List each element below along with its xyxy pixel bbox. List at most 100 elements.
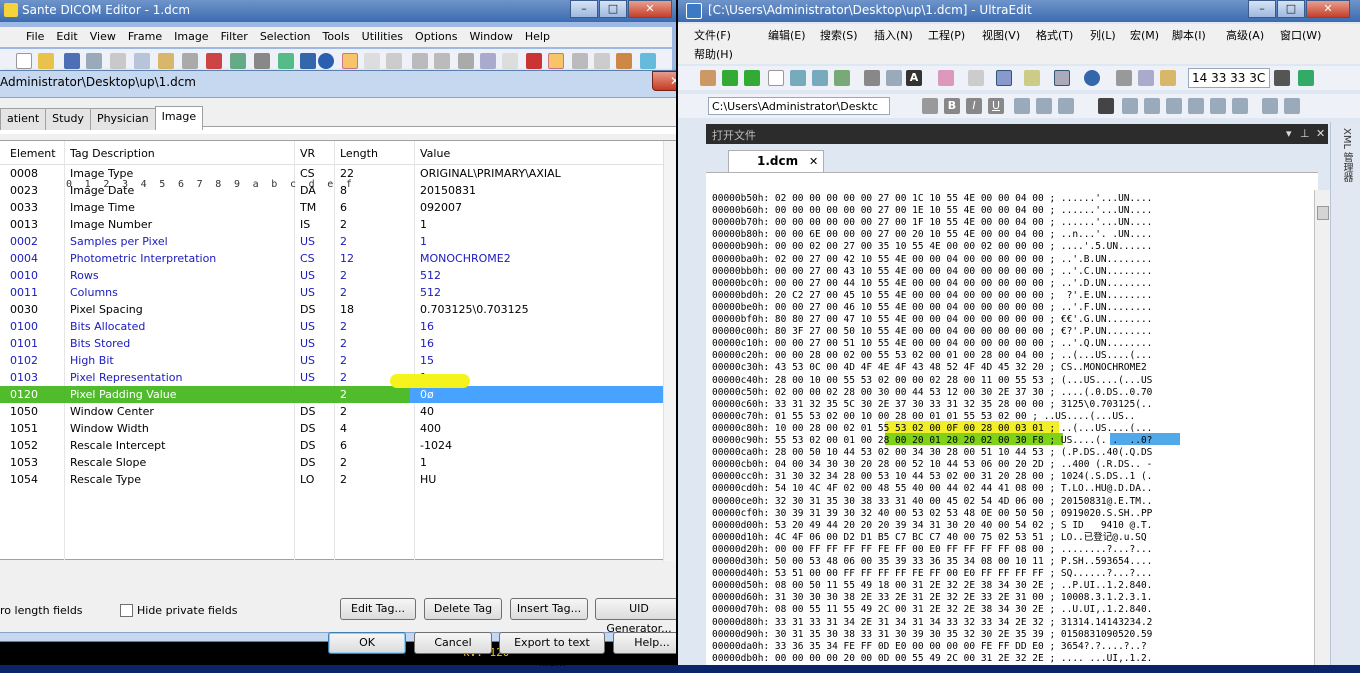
bold-icon[interactable]: B [944,98,960,114]
menu-frame[interactable]: Frame [122,27,168,47]
globe-icon[interactable] [1084,70,1100,86]
tool-icon[interactable] [1036,98,1052,114]
back-icon[interactable] [700,70,716,86]
hex-row[interactable]: 00000db0h: 00 00 00 00 20 00 0D 00 55 49… [712,653,1152,665]
menu-help[interactable]: Help [519,27,556,47]
ue-menu-view[interactable]: 视图(V) [982,27,1020,43]
arrow-right-icon[interactable] [744,70,760,86]
hex-row[interactable]: 00000d00h: 53 20 49 44 20 20 20 39 34 31… [712,520,1152,532]
menu-options[interactable]: Options [409,27,463,47]
ue-menu-format[interactable]: 格式(T) [1036,27,1073,43]
ue-menu-insert[interactable]: 插入(N) [874,27,913,43]
hex-row[interactable]: 00000d70h: 08 00 55 11 55 49 2C 00 31 2E… [712,604,1152,616]
tool-icon[interactable] [640,53,656,69]
font-icon[interactable]: A [906,70,922,86]
close-icon[interactable]: ✕ [1306,0,1350,18]
binoculars-icon[interactable] [1274,70,1290,86]
hex-row[interactable]: 00000d90h: 30 31 35 30 38 33 31 30 39 30… [712,629,1152,641]
table-row[interactable]: 0004 Photometric Interpretation CS 12 MONOCH… [0,250,663,267]
tool-icon[interactable] [1144,98,1160,114]
tool-icon[interactable] [1284,98,1300,114]
ue-menu-window[interactable]: 窗口(W) [1280,27,1321,43]
tool-icon[interactable] [182,53,198,69]
table-row[interactable]: 0011 Columns US 2 512 [0,284,663,301]
tab-study[interactable]: Study [45,108,91,130]
minimize-icon[interactable]: – [1248,0,1276,18]
tab-patient[interactable]: atient [0,108,47,130]
scroll-thumb[interactable] [1317,206,1329,220]
tool-icon[interactable] [1014,98,1030,114]
paste-icon[interactable] [1160,70,1176,86]
menu-edit[interactable]: Edit [50,27,83,47]
grid-icon[interactable] [364,53,380,69]
tool-icon[interactable] [968,70,984,86]
table-row[interactable]: 0010 Rows US 2 512 [0,267,663,284]
menu-window[interactable]: Window [464,27,519,47]
hide-private-checkbox[interactable] [120,604,133,617]
hex-row[interactable]: 00000ca0h: 28 00 50 10 44 53 02 00 34 30… [712,447,1152,459]
tool-icon[interactable] [1210,98,1226,114]
tool-icon[interactable] [1188,98,1204,114]
table-row[interactable]: 0120 Pixel Padding Value 2 0ø [0,386,663,403]
table-row[interactable]: 1051 Window Width DS 4 400 [0,420,663,437]
tab-image[interactable]: Image [154,106,204,130]
maximize-icon[interactable]: □ [1277,0,1305,18]
hex-row[interactable]: 00000ce0h: 32 30 31 35 30 38 33 31 40 00… [712,496,1152,508]
tool-icon[interactable] [206,53,222,69]
hex-row[interactable]: 00000d50h: 08 00 50 11 55 49 18 00 31 2E… [712,580,1152,592]
table-row[interactable]: 0002 Samples per Pixel US 2 1 [0,233,663,250]
file-tab[interactable]: 1.dcm ✕ [728,150,824,172]
cut-icon[interactable] [1116,70,1132,86]
tool-icon[interactable] [526,53,542,69]
dropdown-icon[interactable]: ▾ [1286,127,1292,140]
table-row[interactable]: 1053 Rescale Slope DS 2 1 [0,454,663,471]
hex-row[interactable]: 00000c50h: 02 00 00 02 28 00 30 00 44 53… [712,387,1152,399]
ue-menu-edit[interactable]: 编辑(E) [768,27,806,43]
tool-icon[interactable] [938,70,954,86]
tool-icon[interactable] [922,98,938,114]
hex-row[interactable]: 00000c20h: 00 00 28 00 02 00 55 53 02 00… [712,350,1152,362]
tool-icon[interactable] [278,53,294,69]
pin-icon[interactable]: ⊥ [1300,127,1310,140]
hex-row[interactable]: 00000da0h: 33 36 35 34 FE FF 0D E0 00 00… [712,641,1147,653]
hex-row[interactable]: 00000be0h: 00 00 27 00 46 10 55 4E 00 00… [712,302,1152,314]
export-text-button[interactable]: Export to text file... [499,632,605,669]
tool-icon[interactable] [1232,98,1248,114]
col-value[interactable]: Value [420,147,450,160]
close-tab-icon[interactable]: ✕ [809,155,818,168]
tool-icon[interactable] [1166,98,1182,114]
table-row[interactable]: 1052 Rescale Intercept DS 6 -1024 [0,437,663,454]
save-icon[interactable] [64,53,80,69]
hex-row[interactable]: 00000d80h: 33 31 33 31 34 2E 31 34 31 34… [712,617,1152,629]
tab-physician[interactable]: Physician [89,108,156,130]
open-folder-icon[interactable] [790,70,806,86]
new-icon[interactable] [16,53,32,69]
tool-icon[interactable] [572,53,588,69]
table-row[interactable]: 0100 Bits Allocated US 2 16 [0,318,663,335]
arrow-left-icon[interactable] [722,70,738,86]
maximize-icon[interactable]: □ [599,0,627,18]
menu-tools[interactable]: Tools [317,27,356,47]
underline-icon[interactable]: U [988,98,1004,114]
print-icon[interactable] [86,53,102,69]
ue-menu-advanced[interactable]: 高级(A) [1226,27,1264,43]
hex-row[interactable]: 00000bb0h: 00 00 27 00 43 10 55 4E 00 00… [712,266,1152,278]
tool-icon[interactable] [300,53,316,69]
table-row[interactable]: 0101 Bits Stored US 2 16 [0,335,663,352]
tool-icon[interactable] [594,53,610,69]
tool-icon[interactable] [502,53,518,69]
close-icon[interactable]: ✕ [1316,127,1325,140]
tool-icon[interactable] [1054,70,1070,86]
cancel-button[interactable]: Cancel [414,632,492,654]
table-row[interactable]: 0102 High Bit US 2 15 [0,352,663,369]
pen-icon[interactable] [342,53,358,69]
tool-icon[interactable] [616,53,632,69]
hex-row[interactable]: 00000b80h: 00 00 6E 00 00 00 27 00 20 10… [712,229,1152,241]
menu-file[interactable]: File [20,27,50,47]
paste-icon[interactable] [158,53,174,69]
menu-utilities[interactable]: Utilities [356,27,409,47]
table-row[interactable]: 0030 Pixel Spacing DS 18 0.703125\0.703125 [0,301,663,318]
hex-row[interactable]: 00000cb0h: 04 00 34 30 30 20 28 00 52 10… [712,459,1152,471]
ue-menu-script[interactable]: 脚本(I) [1172,27,1206,43]
cut-icon[interactable] [458,53,474,69]
